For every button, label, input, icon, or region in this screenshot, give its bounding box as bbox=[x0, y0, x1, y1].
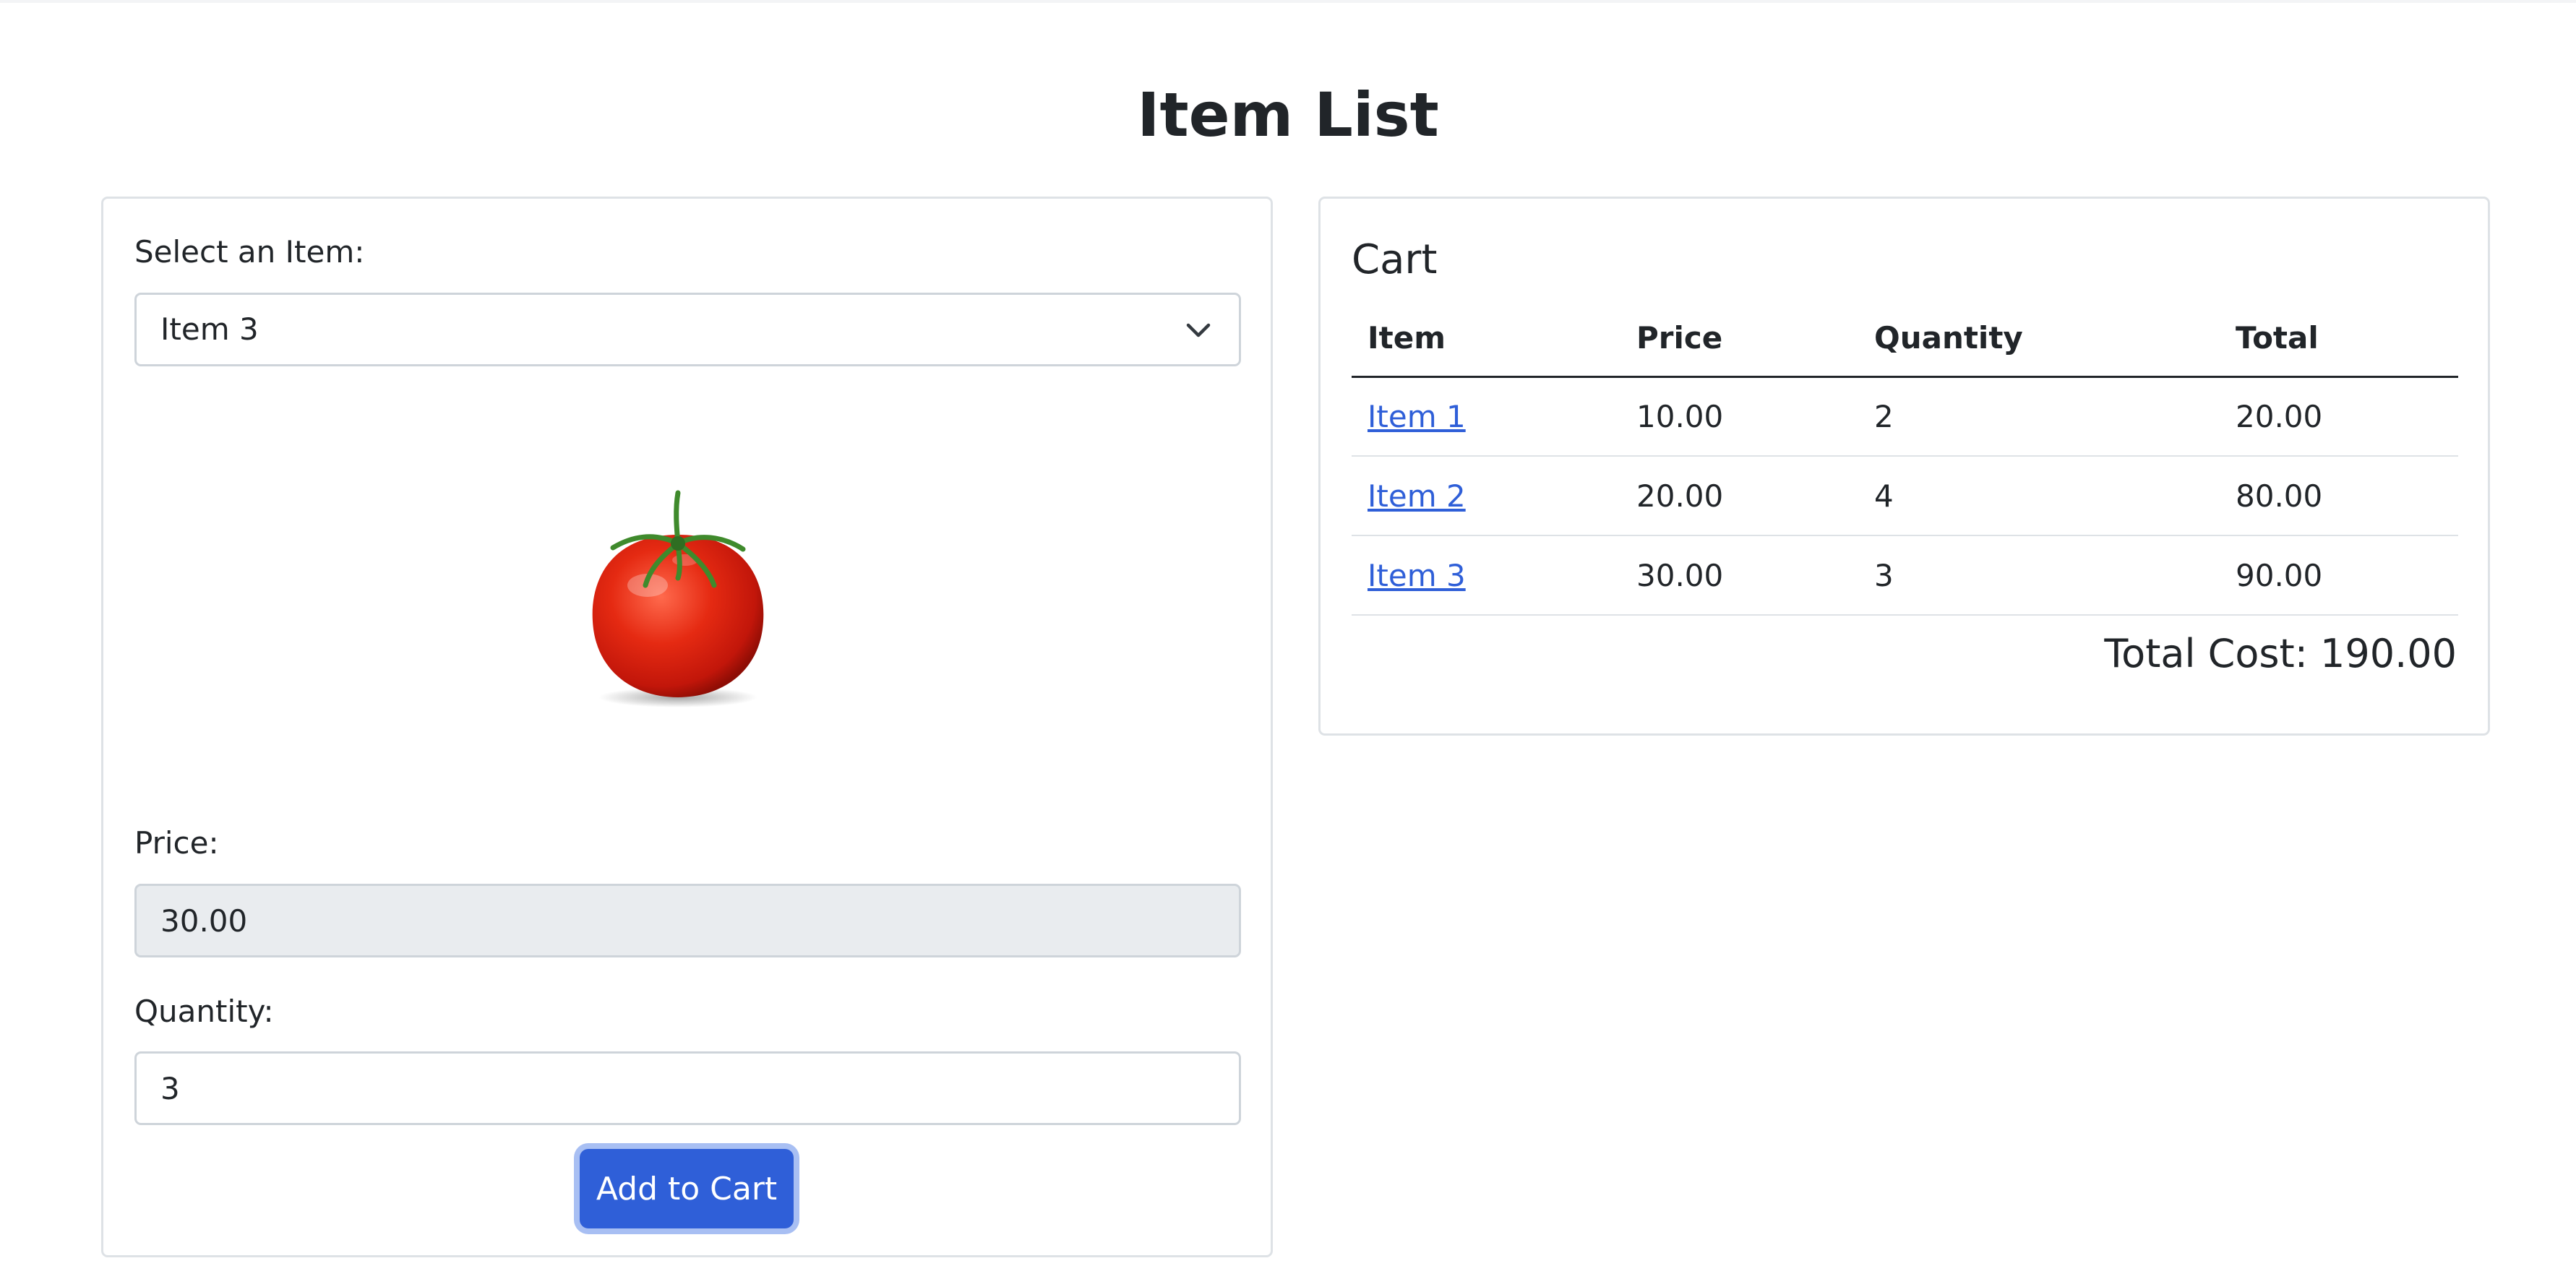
cart-table: Item Price Quantity Total Item 1 10.00 2… bbox=[1352, 300, 2458, 616]
table-row: Item 3 30.00 3 90.00 bbox=[1352, 535, 2458, 616]
cart-cell-price: 10.00 bbox=[1620, 376, 1858, 457]
cart-cell-total: 90.00 bbox=[2220, 535, 2458, 616]
total-cost: Total Cost: 190.00 bbox=[2104, 631, 2457, 676]
cart-cell-item: Item 2 bbox=[1352, 456, 1620, 536]
cart-cell-item: Item 1 bbox=[1352, 376, 1620, 457]
column-header-item: Item bbox=[1352, 300, 1620, 378]
page-title: Item List bbox=[1137, 79, 1439, 150]
cart-cell-quantity: 3 bbox=[1858, 535, 2220, 616]
price-field[interactable] bbox=[134, 884, 1241, 957]
cart-item-link[interactable]: Item 3 bbox=[1368, 558, 1466, 593]
select-item-label: Select an Item: bbox=[134, 234, 365, 270]
cart-cell-total: 20.00 bbox=[2220, 376, 2458, 457]
column-header-quantity: Quantity bbox=[1858, 300, 2220, 378]
column-header-price: Price bbox=[1620, 300, 1858, 378]
item-form-card: Select an Item: Item 3 Price: 30.00 Quan… bbox=[101, 197, 1273, 1257]
top-edge-rule bbox=[0, 0, 2576, 3]
cart-cell-item: Item 3 bbox=[1352, 535, 1620, 616]
chevron-down-icon bbox=[1186, 323, 1211, 337]
column-header-total: Total bbox=[2220, 300, 2458, 378]
item-select[interactable]: Item 3 bbox=[134, 293, 1241, 366]
cart-card: Cart Item Price Quantity Total Item 1 10… bbox=[1318, 197, 2490, 736]
cart-header-row: Item Price Quantity Total bbox=[1352, 300, 2458, 378]
item-select-value: Item 3 bbox=[160, 311, 259, 347]
tomato-image bbox=[592, 490, 764, 707]
quantity-label: Quantity: bbox=[134, 994, 274, 1029]
price-label: Price: bbox=[134, 825, 219, 861]
cart-cell-quantity: 4 bbox=[1858, 456, 2220, 536]
cart-cell-total: 80.00 bbox=[2220, 456, 2458, 536]
quantity-field[interactable] bbox=[134, 1051, 1241, 1125]
cart-cell-price: 30.00 bbox=[1620, 535, 1858, 616]
cart-item-link[interactable]: Item 2 bbox=[1368, 478, 1466, 514]
table-row: Item 2 20.00 4 80.00 bbox=[1352, 456, 2458, 536]
cart-item-link[interactable]: Item 1 bbox=[1368, 399, 1466, 434]
cart-cell-quantity: 2 bbox=[1858, 376, 2220, 457]
cart-title: Cart bbox=[1352, 236, 1438, 283]
add-to-cart-button[interactable]: Add to Cart bbox=[580, 1149, 794, 1228]
table-row: Item 1 10.00 2 20.00 bbox=[1352, 376, 2458, 457]
cart-cell-price: 20.00 bbox=[1620, 456, 1858, 536]
